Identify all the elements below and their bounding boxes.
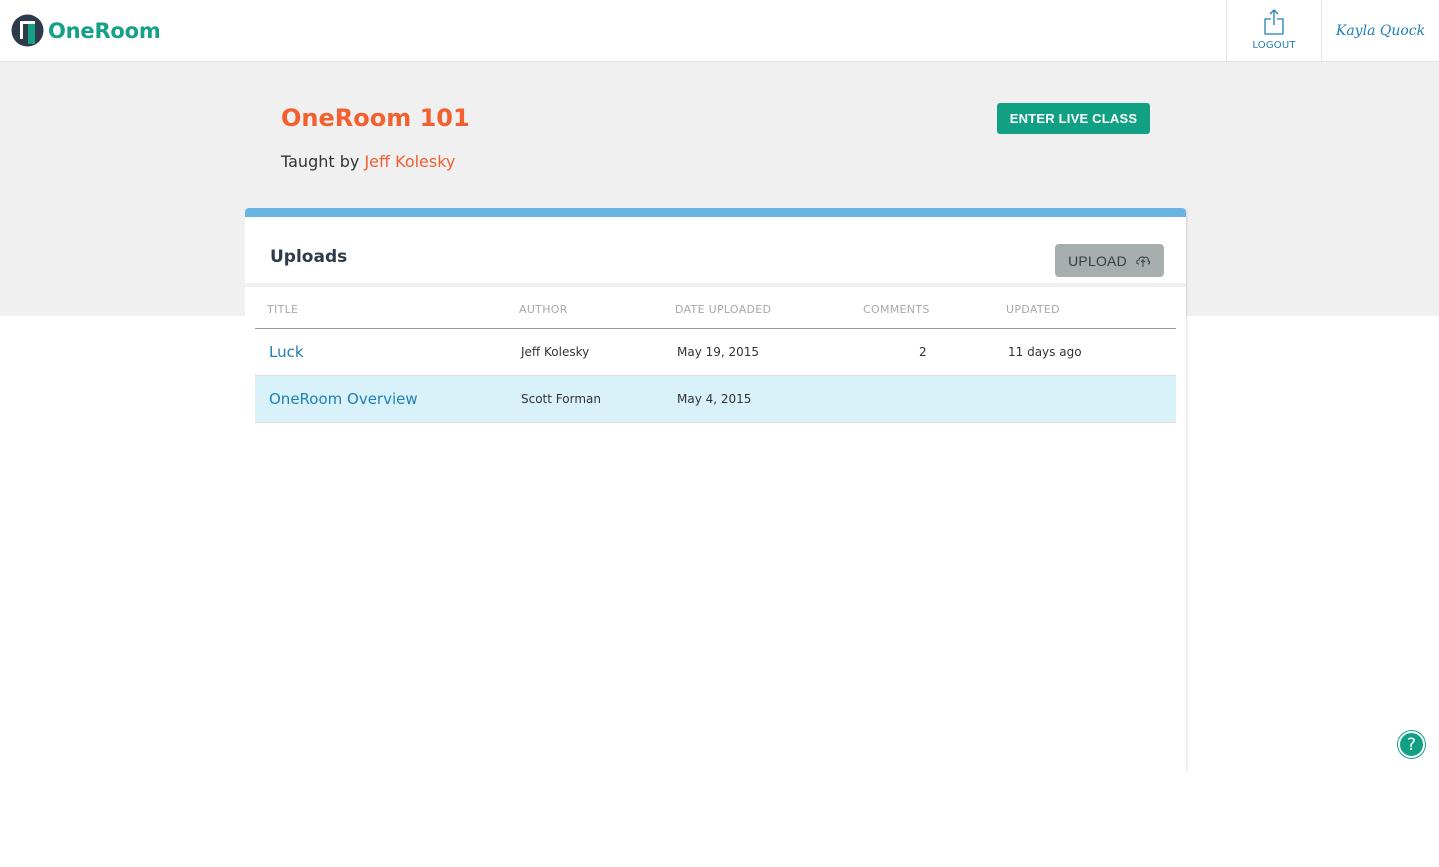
upload-title-link[interactable]: OneRoom Overview — [269, 390, 418, 408]
table-row[interactable]: Luck Jeff Kolesky May 19, 2015 2 11 days… — [255, 329, 1176, 376]
column-header-title[interactable]: TITLE — [267, 303, 298, 316]
upload-updated: 11 days ago — [1008, 345, 1082, 359]
upload-author: Jeff Kolesky — [521, 345, 590, 359]
upload-author: Scott Forman — [521, 392, 601, 406]
uploads-table: TITLE AUTHOR DATE UPLOADED COMMENTS UPDA… — [255, 291, 1176, 423]
column-header-date-uploaded[interactable]: DATE UPLOADED — [675, 303, 771, 316]
cloud-upload-icon — [1136, 255, 1150, 267]
upload-date: May 19, 2015 — [677, 345, 760, 359]
course-title: OneRoom 101 — [281, 104, 470, 132]
taught-by-prefix: Taught by — [281, 152, 360, 171]
uploads-card: Uploads UPLOAD TITLE AUTHOR DATE UPLOADE… — [245, 208, 1186, 772]
column-header-comments[interactable]: COMMENTS — [863, 303, 930, 316]
upload-title-link[interactable]: Luck — [269, 343, 304, 361]
door-logo-icon — [11, 14, 44, 47]
logout-button[interactable]: LOGOUT — [1226, 0, 1322, 62]
upload-date: May 4, 2015 — [677, 392, 752, 406]
enter-live-class-button[interactable]: ENTER LIVE CLASS — [997, 103, 1150, 134]
card-top-bar — [245, 208, 1186, 217]
table-row[interactable]: OneRoom Overview Scott Forman May 4, 201… — [255, 376, 1176, 423]
taught-by-line: Taught by Jeff Kolesky — [281, 152, 455, 171]
help-icon: ? — [1406, 734, 1417, 755]
oneroom-logo[interactable]: OneRoom — [11, 14, 161, 47]
share-upload-icon — [1264, 9, 1284, 35]
user-name-link[interactable]: Kayla Quock — [1322, 0, 1439, 62]
upload-button[interactable]: UPLOAD — [1055, 244, 1164, 277]
uploads-card-header: Uploads UPLOAD — [245, 217, 1186, 287]
column-header-author[interactable]: AUTHOR — [519, 303, 568, 316]
top-navigation-bar: OneRoom LOGOUT Kayla Quock — [0, 0, 1439, 62]
help-button[interactable]: ? — [1398, 731, 1425, 758]
uploads-title: Uploads — [270, 247, 348, 267]
table-header-row: TITLE AUTHOR DATE UPLOADED COMMENTS UPDA… — [255, 291, 1176, 329]
teacher-name-link[interactable]: Jeff Kolesky — [364, 152, 455, 171]
brand-name: OneRoom — [48, 18, 161, 43]
column-header-updated[interactable]: UPDATED — [1006, 303, 1060, 316]
upload-comments-count: 2 — [919, 345, 927, 359]
logout-label: LOGOUT — [1252, 40, 1296, 51]
upload-button-label: UPLOAD — [1068, 252, 1127, 269]
